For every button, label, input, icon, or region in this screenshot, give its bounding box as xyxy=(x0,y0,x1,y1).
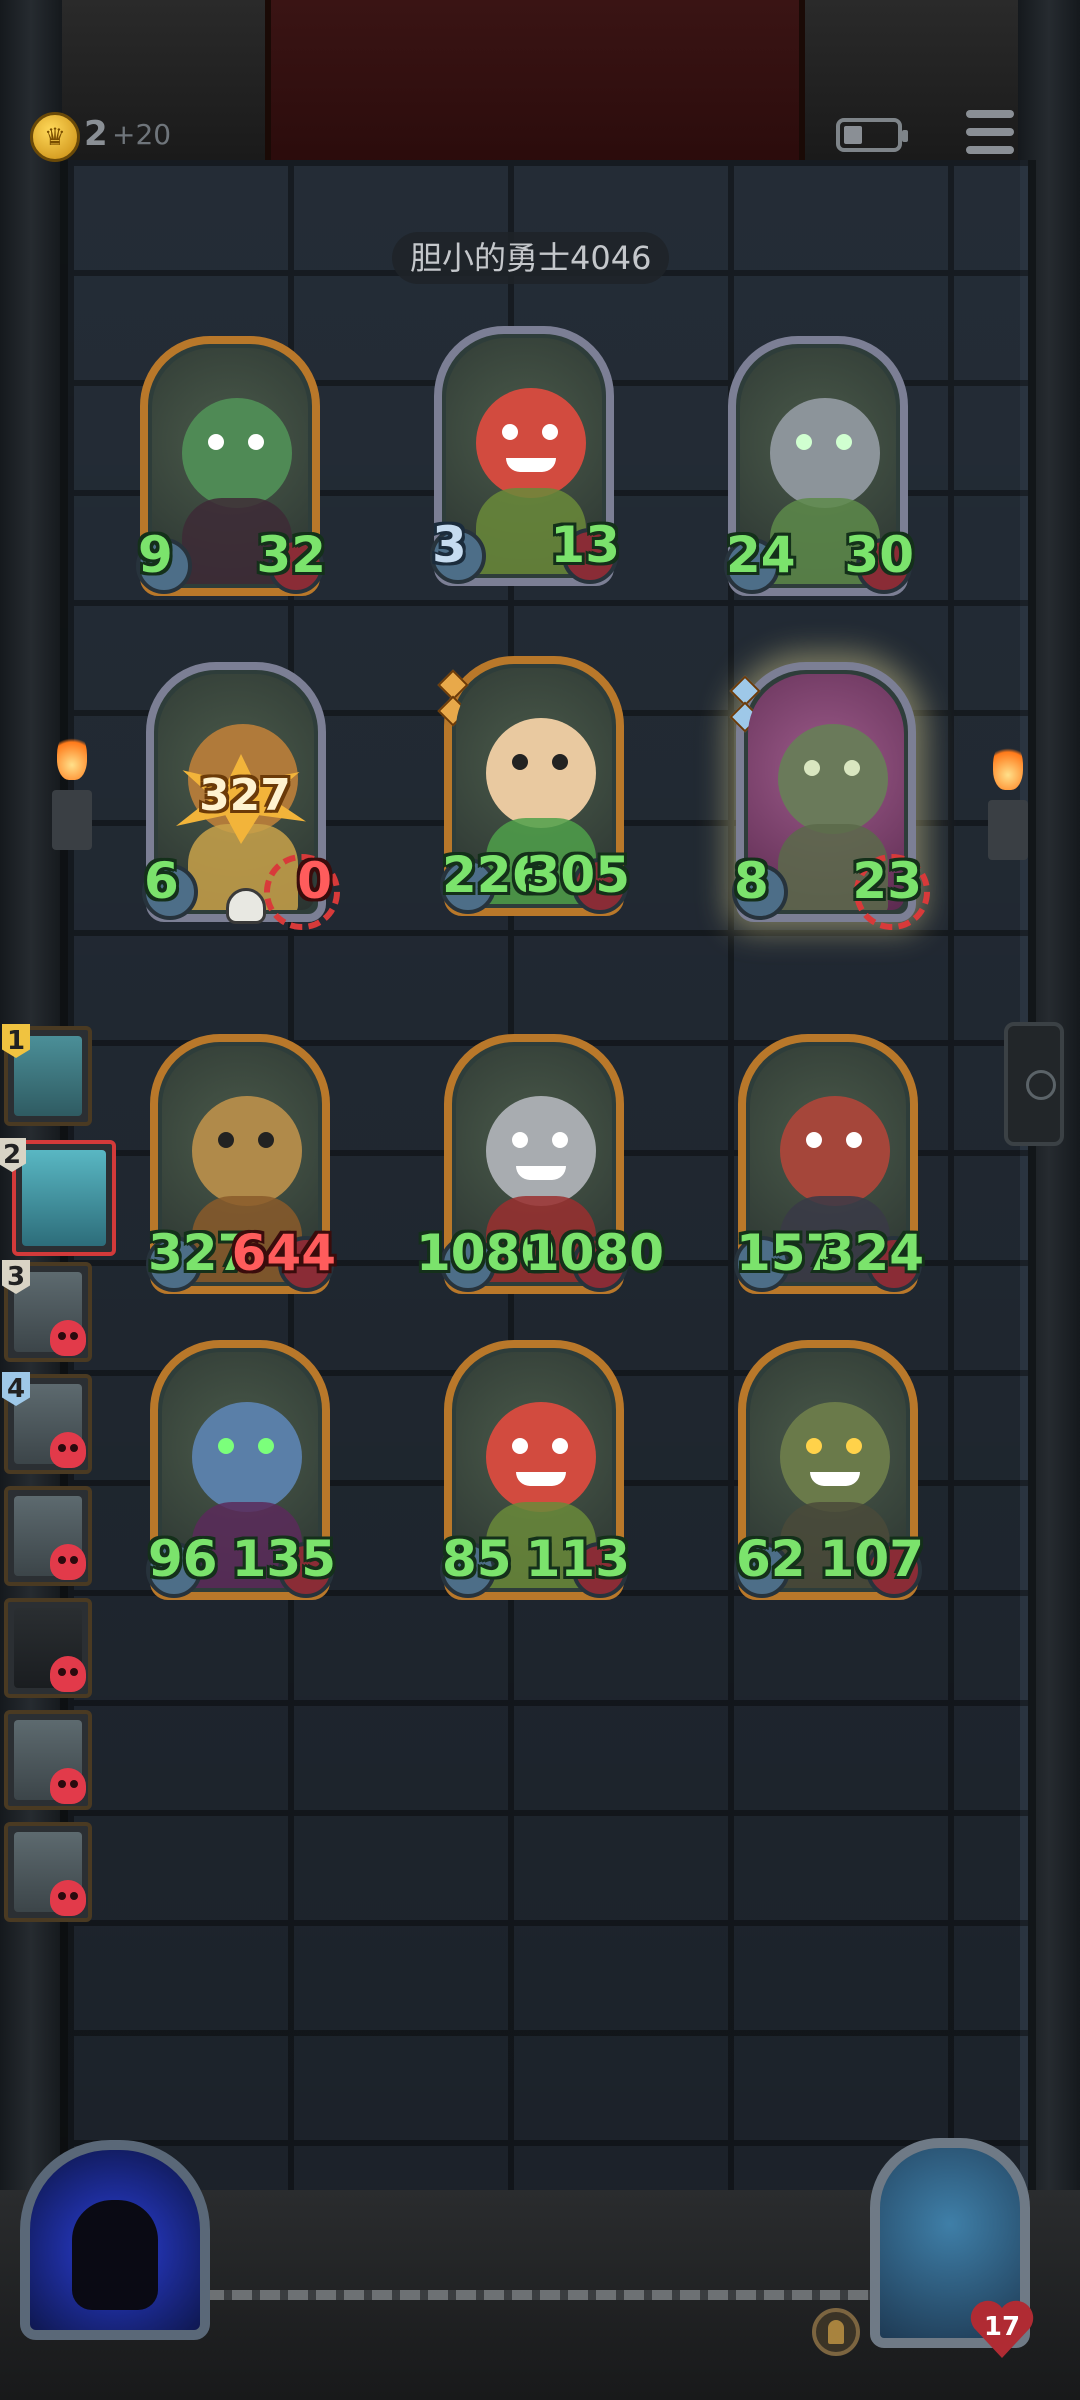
attack-value: 3 xyxy=(432,516,467,574)
health-value: 107 xyxy=(819,1530,924,1588)
attack-value: 96 xyxy=(148,1530,218,1588)
gold-bonus: +20 xyxy=(112,118,172,151)
player-card-5[interactable]: 85 113 xyxy=(440,1340,630,1600)
health-value: 32 xyxy=(256,526,326,584)
hero-health: 17 xyxy=(983,2312,1021,2342)
health-value: 30 xyxy=(844,526,914,584)
right-torch-flame xyxy=(993,740,1023,790)
left-sconce xyxy=(52,790,92,850)
roster-slot-6[interactable] xyxy=(4,1598,92,1698)
roster-slot-1[interactable]: 1 xyxy=(2,1024,92,1126)
dungeon-door xyxy=(265,0,805,180)
health-value: 135 xyxy=(231,1530,336,1588)
enemy-card-4[interactable]: 327 6 0 xyxy=(142,662,340,930)
battery-nub xyxy=(902,130,908,142)
health-value: 324 xyxy=(819,1224,924,1282)
damage-burst-value: 327 xyxy=(199,770,291,821)
right-sconce xyxy=(988,800,1028,860)
enemy-card-6[interactable]: 8 23 xyxy=(729,662,930,930)
health-value: 644 xyxy=(231,1224,336,1282)
opponent-name: 胆小的勇士4046 xyxy=(392,232,670,284)
left-torch-flame xyxy=(57,730,87,780)
skull-icon xyxy=(50,1544,86,1580)
health-value: 0 xyxy=(297,852,332,910)
health-value: 305 xyxy=(525,846,630,904)
attack-value: 62 xyxy=(736,1530,806,1588)
health-value: 1080 xyxy=(524,1224,664,1282)
enemy-card-5[interactable]: 226 305 xyxy=(437,656,630,916)
health-value: 13 xyxy=(550,516,620,574)
enemy-card-2[interactable]: 3 13 xyxy=(430,326,620,586)
crown-coin-icon: ♛ xyxy=(30,112,80,162)
attack-value: 6 xyxy=(144,852,179,910)
roster-slot-3[interactable]: 3 xyxy=(2,1260,92,1362)
player-card-3[interactable]: 157 324 xyxy=(734,1034,924,1294)
hamburger-menu-icon[interactable] xyxy=(966,108,1018,158)
skull-icon xyxy=(50,1432,86,1468)
attack-value: 85 xyxy=(442,1530,512,1588)
player-card-4[interactable]: 96 135 xyxy=(146,1340,336,1600)
player-card-1[interactable]: 327 644 xyxy=(146,1034,336,1294)
skull-icon xyxy=(226,888,266,924)
roster-slot-7[interactable] xyxy=(4,1710,92,1810)
player-card-6[interactable]: 62 107 xyxy=(734,1340,924,1600)
battery-fill xyxy=(844,126,862,144)
attack-value: 24 xyxy=(726,526,796,584)
skull-icon xyxy=(50,1320,86,1356)
player-card-2[interactable]: 1080 1080 xyxy=(416,1034,664,1294)
chain-decoration xyxy=(120,2290,920,2300)
health-value: 23 xyxy=(852,852,922,910)
roster-slot-8[interactable] xyxy=(4,1822,92,1922)
attack-value: 9 xyxy=(138,526,173,584)
enemy-card-3[interactable]: 24 30 xyxy=(724,336,914,596)
hero-ability-button[interactable] xyxy=(812,2308,860,2356)
enemy-card-1[interactable]: 9 32 xyxy=(136,336,326,596)
shadow-creature xyxy=(72,2200,158,2310)
gold-amount: 2 xyxy=(84,114,108,154)
attack-value: 8 xyxy=(734,852,769,910)
battery-icon xyxy=(836,118,908,152)
roster-slot-4[interactable]: 4 xyxy=(2,1372,92,1474)
skull-icon xyxy=(50,1880,86,1916)
roster-slot-2[interactable]: 2 xyxy=(0,1138,116,1256)
side-door-handle xyxy=(1004,1022,1064,1146)
skull-icon xyxy=(50,1768,86,1804)
health-value: 113 xyxy=(525,1530,630,1588)
roster-slot-5[interactable] xyxy=(4,1486,92,1586)
skull-icon xyxy=(50,1656,86,1692)
